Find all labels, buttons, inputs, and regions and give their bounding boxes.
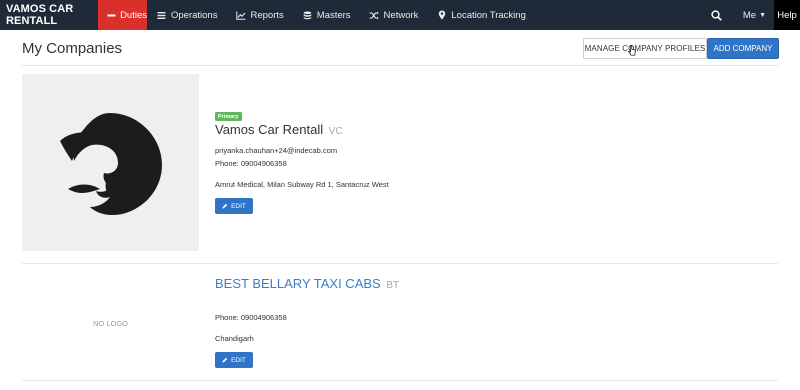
primary-badge: Primary <box>215 112 242 121</box>
brand-name[interactable]: VAMOS CAR RENTALL <box>0 0 98 30</box>
company-phone: Phone: 09004906358 <box>215 159 287 168</box>
edit-label: EDIT <box>231 356 246 364</box>
user-menu-button[interactable]: Me ▼ <box>743 0 774 30</box>
minus-icon <box>106 10 116 21</box>
nav-item-location-tracking[interactable]: Location Tracking <box>427 0 534 30</box>
manage-company-profiles-button[interactable]: MANAGE COMPANY PROFILES <box>583 38 707 59</box>
company-address: Chandigarh <box>215 334 254 343</box>
list-icon <box>156 10 167 21</box>
company-name[interactable]: BEST BELLARY TAXI CABS BT <box>215 276 399 291</box>
edit-company-button[interactable]: EDIT <box>215 352 253 368</box>
search-icon <box>711 9 723 21</box>
pencil-icon <box>222 357 228 363</box>
company-name: Vamos Car Rentall VC <box>215 122 343 137</box>
panther-logo-icon <box>60 113 162 215</box>
company-logo-placeholder: NO LOGO <box>22 273 199 373</box>
company-name-text: Vamos Car Rentall <box>215 122 324 137</box>
shuffle-icon <box>369 10 380 21</box>
company-code: VC <box>328 126 343 137</box>
edit-company-button[interactable]: EDIT <box>215 198 253 214</box>
nav-item-operations[interactable]: Operations <box>147 0 226 30</box>
company-code: BT <box>386 280 400 291</box>
chart-line-icon <box>235 10 246 21</box>
nav-item-network[interactable]: Network <box>360 0 428 30</box>
divider <box>22 65 778 66</box>
no-logo-text: NO LOGO <box>92 318 128 328</box>
nav-label: Duties <box>120 9 147 21</box>
top-navbar: VAMOS CAR RENTALL Duties Operations Repo… <box>0 0 800 30</box>
nav-label: Masters <box>316 9 351 21</box>
company-email: priyanka.chauhan+24@indecab.com <box>215 146 338 155</box>
company-address: Amrut Medical, Milan Subway Rd 1, Santac… <box>215 180 389 189</box>
search-button[interactable] <box>705 0 729 30</box>
edit-label: EDIT <box>231 202 246 210</box>
page-title: My Companies <box>22 40 123 57</box>
company-logo <box>22 74 199 251</box>
add-company-button[interactable]: ADD COMPANY <box>707 38 779 59</box>
map-marker-icon <box>436 10 447 21</box>
database-icon <box>302 10 313 21</box>
nav-item-reports[interactable]: Reports <box>226 0 292 30</box>
nav-label: Operations <box>171 9 218 21</box>
caret-down-icon: ▼ <box>759 11 766 19</box>
company-phone: Phone: 09004906358 <box>215 313 287 322</box>
help-button[interactable]: Help <box>774 0 800 30</box>
pencil-icon <box>222 203 228 209</box>
nav-item-masters[interactable]: Masters <box>293 0 360 30</box>
nav-label: Reports <box>250 9 284 21</box>
divider <box>22 263 778 264</box>
nav-item-duties[interactable]: Duties <box>98 0 147 30</box>
company-name-text: BEST BELLARY TAXI CABS <box>215 276 381 291</box>
nav-label: Location Tracking <box>451 9 526 21</box>
divider <box>22 380 778 381</box>
user-menu-label: Me <box>742 9 757 21</box>
nav-label: Network <box>383 9 419 21</box>
mouse-cursor-icon <box>628 45 636 56</box>
